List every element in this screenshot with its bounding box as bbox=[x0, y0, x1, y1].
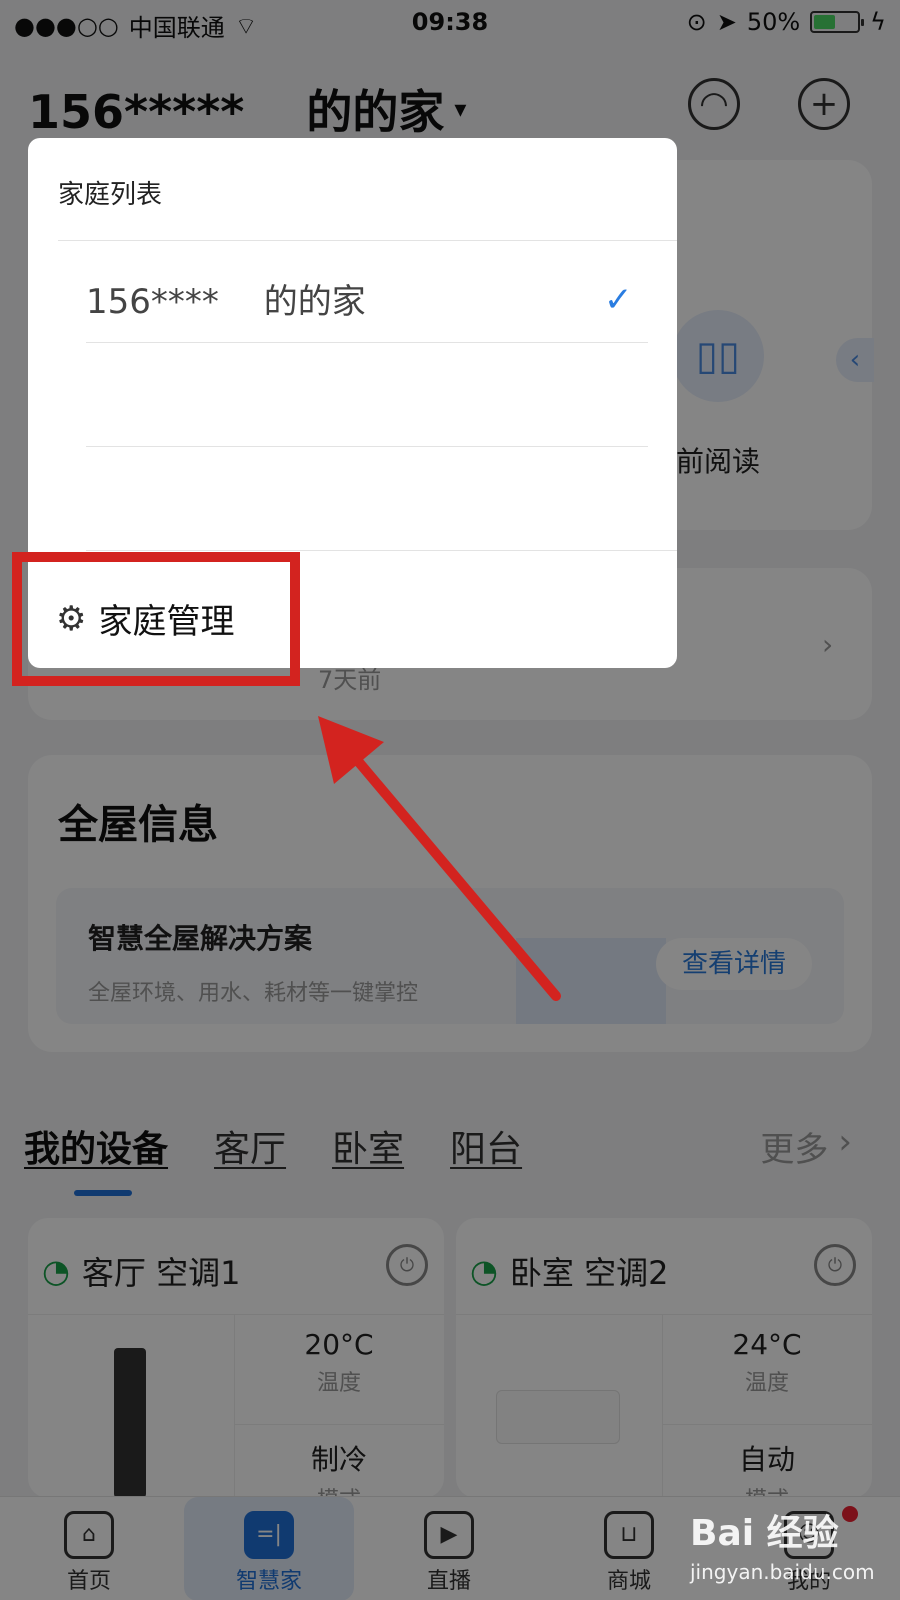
annotation-arrow bbox=[318, 716, 561, 1001]
watermark-url: jingyan.baidu.com bbox=[690, 1560, 875, 1584]
baidu-watermark: Bai 经验 jingyan.baidu.com bbox=[690, 1504, 890, 1594]
watermark-logo: Bai 经验 bbox=[690, 1513, 839, 1554]
